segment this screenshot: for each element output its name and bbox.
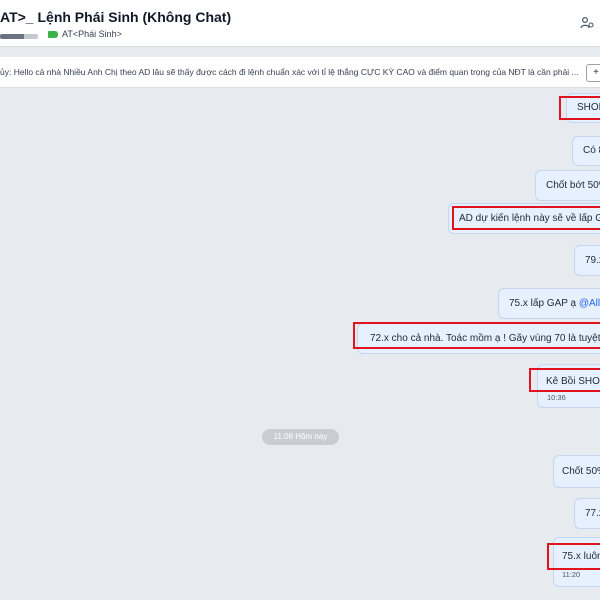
message-bubble[interactable]: 79.x xyxy=(574,245,600,276)
highlight-box xyxy=(353,322,600,349)
tag-label: AT<Phái Sinh> xyxy=(62,29,122,39)
message-text: 75.x lấp GAP ạ @All C xyxy=(509,298,600,309)
message-text: 77.x xyxy=(585,508,600,519)
highlight-box xyxy=(547,543,600,570)
message-bubble[interactable]: Có 8 xyxy=(572,136,600,166)
chat-header: AT>_ Lệnh Phái Sinh (Không Chat) AT<Phái… xyxy=(0,0,600,47)
message-time: 11:20 xyxy=(562,570,581,579)
highlight-box xyxy=(559,96,600,120)
pinned-expand-button[interactable]: + xyxy=(586,64,600,82)
message-text: 79.x xyxy=(585,255,600,266)
message-text: Có 8 xyxy=(583,145,600,156)
tag-icon xyxy=(48,30,58,38)
mention-link[interactable]: @All xyxy=(579,298,600,309)
message-text: Chốt 50% xyxy=(562,466,600,477)
group-settings-icon[interactable] xyxy=(580,16,594,30)
message-bubble[interactable]: 75.x lấp GAP ạ @All C xyxy=(498,288,600,319)
member-avatars[interactable] xyxy=(0,34,38,39)
group-tag[interactable]: AT<Phái Sinh> xyxy=(48,28,122,40)
message-bubble[interactable]: Chốt 50% xyxy=(553,455,600,488)
highlight-box xyxy=(452,206,600,230)
pinned-message-text: ủy: Hello cả nhà Nhiều Anh Chị theo AD l… xyxy=(0,67,578,77)
highlight-box xyxy=(529,368,600,392)
pinned-message-bar[interactable]: ủy: Hello cả nhà Nhiều Anh Chị theo AD l… xyxy=(0,57,600,88)
message-bubble[interactable]: 77.x xyxy=(574,498,600,529)
message-text: Chốt bớt 50% xyxy=(546,180,600,191)
date-divider: 11:08 Hôm nay xyxy=(262,429,339,445)
message-bubble[interactable]: Chốt bớt 50% xyxy=(535,170,600,201)
chat-title[interactable]: AT>_ Lệnh Phái Sinh (Không Chat) xyxy=(0,9,231,25)
message-time: 10:36 xyxy=(547,393,566,402)
